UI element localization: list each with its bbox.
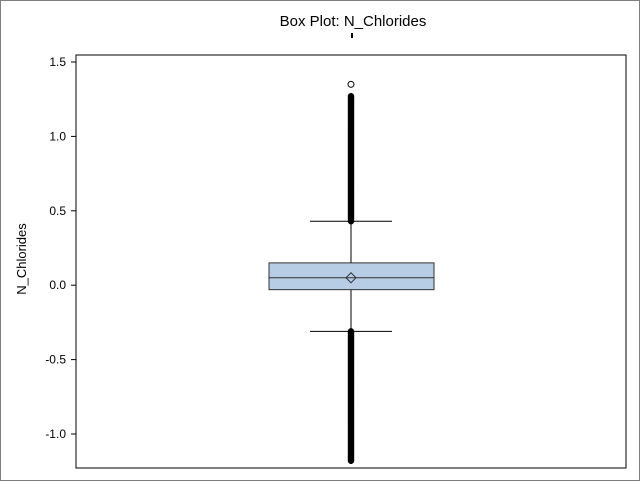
y-tick-label: 0.0 bbox=[49, 278, 66, 292]
upper-outlier-point bbox=[347, 92, 355, 100]
y-axis: 1.5 1.0 0.5 0.0 -0.5 -1.0 bbox=[45, 55, 76, 441]
iqr-box bbox=[268, 262, 435, 291]
y-tick-label: 1.5 bbox=[49, 55, 66, 69]
lower-outlier-point bbox=[347, 328, 355, 335]
y-tick-label: -1.0 bbox=[45, 427, 66, 441]
chart-title: Box Plot: N_Chlorides bbox=[280, 13, 427, 30]
box-plot-chart: Box Plot: N_Chlorides N_Chlorides 1.5 1.0… bbox=[14, 13, 627, 469]
y-tick-label: -0.5 bbox=[45, 353, 66, 367]
box-plot-marks bbox=[268, 33, 435, 465]
chart-frame: Box Plot: N_Chlorides N_Chlorides 1.5 1.0… bbox=[0, 0, 640, 481]
isolated-outlier-point bbox=[347, 80, 355, 88]
y-tick-label: 0.5 bbox=[49, 204, 66, 218]
y-axis-label: N_Chlorides bbox=[14, 223, 29, 295]
y-tick-label: 1.0 bbox=[49, 129, 66, 143]
